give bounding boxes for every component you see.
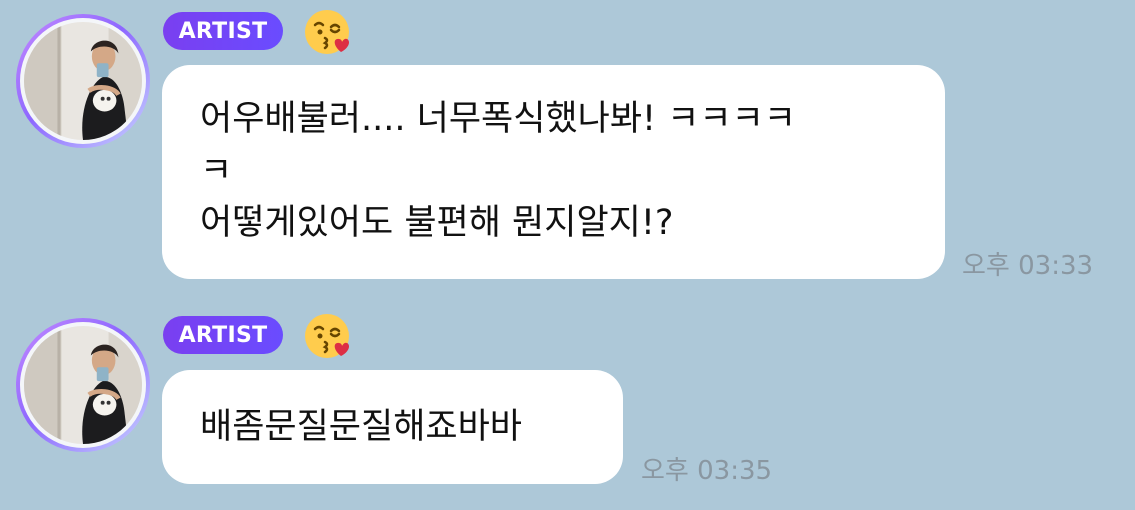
kissing-face-with-heart-icon xyxy=(303,8,351,56)
message-bubble[interactable]: 어우배불러.... 너무폭식했나봐! ㅋㅋㅋㅋ ㅋ 어떻게있어도 불편해 뭔지알… xyxy=(162,65,945,279)
kissing-face-with-heart-icon xyxy=(303,312,351,360)
message-time: 오후 03:33 xyxy=(962,251,1094,281)
message-line: 배좀문질문질해죠바바 xyxy=(200,407,523,447)
message-bubble[interactable]: 배좀문질문질해죠바바 xyxy=(162,370,623,484)
avatar-frame xyxy=(20,322,146,448)
message-line: 어우배불러.... 너무폭식했나봐! ㅋㅋㅋㅋ xyxy=(200,99,796,139)
artist-avatar[interactable] xyxy=(16,14,150,148)
avatar-photo xyxy=(24,326,142,444)
artist-badge: ARTIST xyxy=(163,12,283,50)
avatar-photo xyxy=(24,22,142,140)
avatar-frame xyxy=(20,18,146,144)
artist-badge: ARTIST xyxy=(163,316,283,354)
message-line: 어떻게있어도 불편해 뭔지알지!? xyxy=(200,203,674,243)
message-line: ㅋ xyxy=(200,151,233,191)
artist-avatar[interactable] xyxy=(16,318,150,452)
message-time: 오후 03:35 xyxy=(641,456,773,486)
